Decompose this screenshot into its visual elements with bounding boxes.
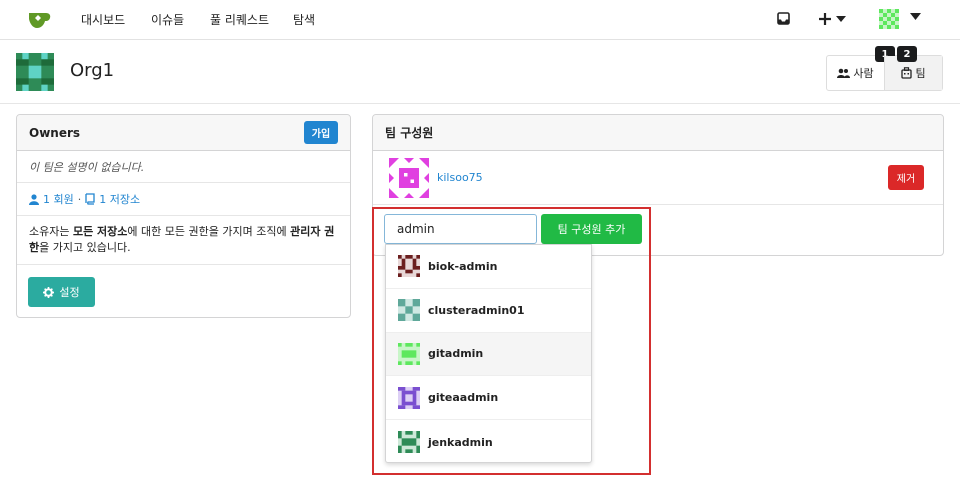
nav-issues[interactable]: 이슈들 (151, 11, 184, 28)
owners-title: Owners (29, 125, 81, 140)
top-navbar: 대시보드 이슈들 풀 리퀘스트 탐색 (0, 0, 960, 40)
nav-dashboard[interactable]: 대시보드 (81, 11, 125, 28)
join-button[interactable]: 가입 (304, 121, 338, 144)
team-permission-row: 소유자는 모든 저장소에 대한 모든 권한을 가지며 조직에 관리자 권한을 가… (17, 216, 350, 265)
suggestion-name: giteaadmin (428, 391, 499, 405)
members-count-link[interactable]: 1 회원 (43, 191, 74, 207)
team-description: 이 팀은 설명이 없습니다. (29, 160, 145, 174)
gear-icon (43, 286, 55, 298)
user-suggestion-dropdown: biok-admin clusteradmin01 gitadmin gitea… (385, 244, 592, 463)
suggestion-item[interactable]: jenkadmin (386, 420, 591, 464)
member-avatar[interactable] (389, 157, 429, 198)
org-tabs: 1 사람 2 팀 (826, 46, 943, 91)
repo-icon (85, 193, 95, 205)
settings-label: 설정 (59, 286, 80, 299)
tab-people-label: 사람 (853, 67, 874, 80)
gitea-logo-icon[interactable] (28, 9, 52, 29)
nav-pull-requests[interactable]: 풀 리퀘스트 (210, 11, 269, 28)
permission-text: 소유자는 모든 저장소에 대한 모든 권한을 가지며 조직에 관리자 권한을 가… (29, 225, 335, 254)
suggestion-name: biok-admin (428, 259, 498, 273)
member-name-link[interactable]: kilsoo75 (437, 171, 483, 184)
suggestion-item[interactable]: clusteradmin01 (386, 289, 591, 333)
people-icon (837, 68, 851, 78)
member-row: kilsoo75 제거 (373, 151, 943, 205)
org-avatar[interactable] (16, 53, 54, 91)
org-title: Org1 (70, 60, 115, 81)
tab-teams[interactable]: 2 팀 (884, 46, 942, 90)
suggestion-item[interactable]: biok-admin (386, 245, 591, 289)
stats-separator: · (77, 192, 82, 206)
teams-count-badge: 2 (897, 46, 917, 62)
suggestion-avatar (398, 342, 420, 365)
suggestion-avatar (398, 255, 420, 278)
nav-explore[interactable]: 탐색 (293, 11, 315, 28)
suggestion-name: clusteradmin01 (428, 303, 525, 317)
team-icon (901, 67, 913, 79)
team-settings-row: 설정 (17, 265, 350, 319)
owners-card-header: Owners 가입 (17, 115, 350, 151)
settings-button[interactable]: 설정 (28, 277, 95, 307)
tab-people[interactable]: 1 사람 (827, 46, 895, 90)
user-menu-caret-icon[interactable] (910, 13, 921, 20)
suggestion-avatar (398, 299, 420, 322)
member-icon (29, 193, 39, 205)
suggestion-avatar (398, 431, 420, 454)
remove-member-button[interactable]: 제거 (888, 165, 924, 190)
tab-teams-label: 팀 (915, 67, 926, 80)
suggestion-item[interactable]: giteaadmin (386, 376, 591, 421)
create-plus-dropdown-icon[interactable] (819, 12, 849, 26)
team-description-row: 이 팀은 설명이 없습니다. (17, 151, 350, 183)
team-stats-row: 1 회원 · 1 저장소 (17, 183, 350, 216)
owners-card: Owners 가입 이 팀은 설명이 없습니다. 1 회원 · 1 저장소 소유… (16, 114, 351, 318)
inbox-icon[interactable] (777, 12, 790, 25)
suggestion-item[interactable]: gitadmin (386, 332, 591, 377)
team-members-header: 팀 구성원 (373, 115, 943, 151)
org-header: Org1 1 사람 2 팀 (0, 40, 960, 104)
team-members-title: 팀 구성원 (385, 126, 434, 140)
member-search-input[interactable]: admin (384, 214, 537, 244)
suggestion-name: jenkadmin (428, 435, 493, 449)
suggestion-avatar (398, 386, 420, 409)
user-avatar-icon[interactable] (879, 9, 899, 29)
repos-count-link[interactable]: 1 저장소 (99, 191, 140, 207)
add-team-member-button[interactable]: 팀 구성원 추가 (541, 214, 642, 244)
suggestion-name: gitadmin (428, 347, 484, 361)
